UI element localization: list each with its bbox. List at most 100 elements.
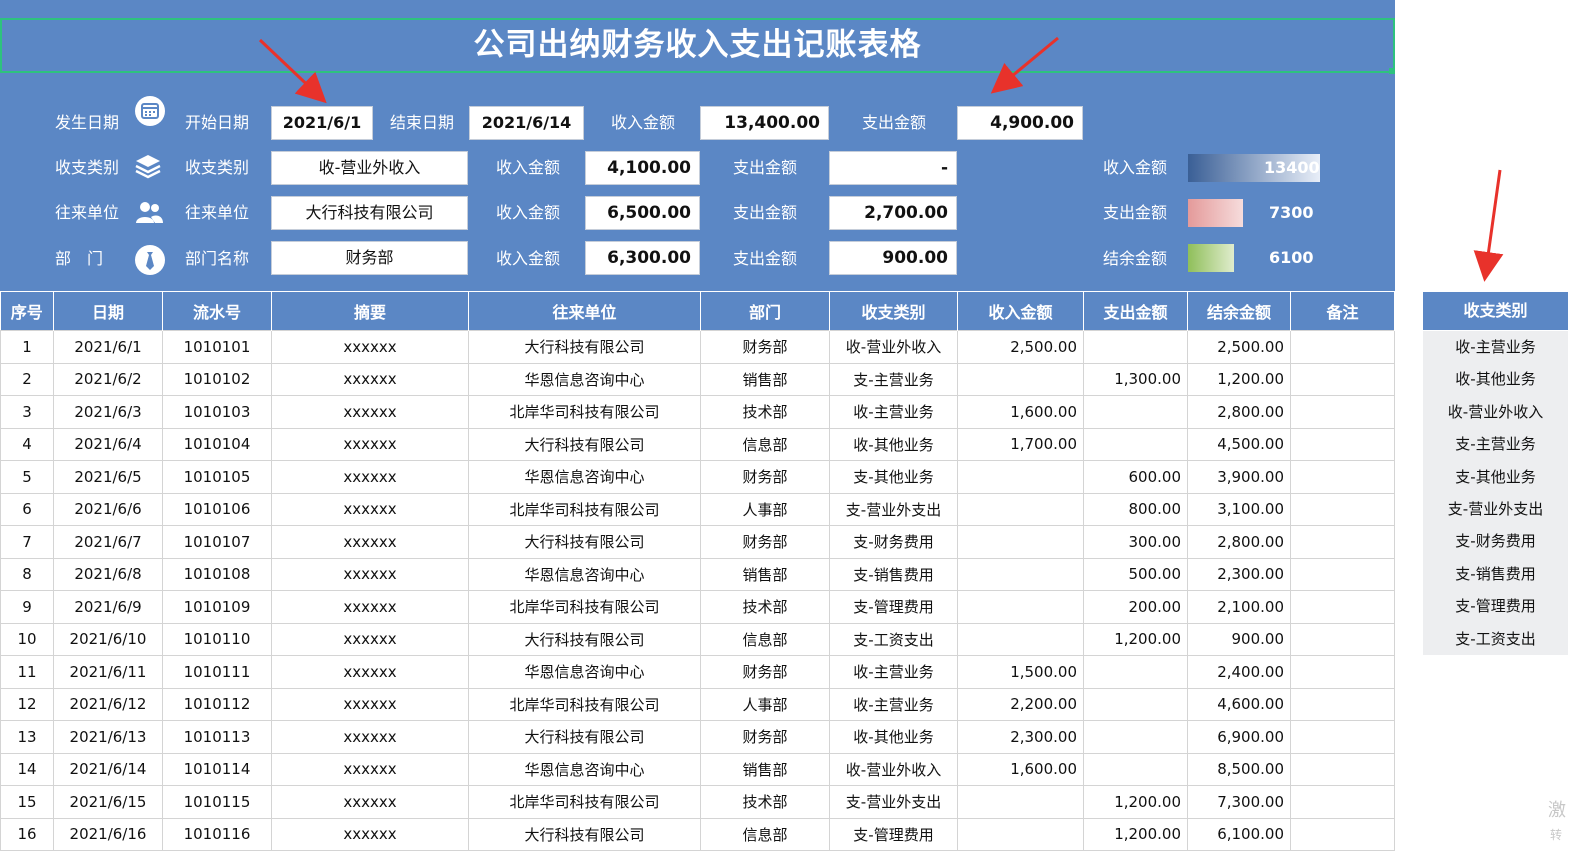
cell-department[interactable]: 信息部 xyxy=(700,622,830,656)
cell-expense[interactable] xyxy=(1083,427,1188,461)
cell-expense[interactable]: 500.00 xyxy=(1083,557,1188,591)
category-list-item[interactable]: 支-财务费用 xyxy=(1423,525,1568,557)
period-income-value[interactable]: 13,400.00 xyxy=(700,106,829,140)
cell-balance[interactable]: 6,100.00 xyxy=(1187,817,1291,851)
cell-serial[interactable]: 1010101 xyxy=(162,330,272,364)
cell-department[interactable]: 信息部 xyxy=(700,817,830,851)
category-list-item[interactable]: 支-管理费用 xyxy=(1423,590,1568,622)
cell-expense[interactable]: 1,200.00 xyxy=(1083,622,1188,656)
cell-date[interactable]: 2021/6/3 xyxy=(53,395,163,429)
cell-balance[interactable]: 2,500.00 xyxy=(1187,330,1291,364)
cell-department[interactable]: 财务部 xyxy=(700,330,830,364)
period-expense-value[interactable]: 4,900.00 xyxy=(957,106,1083,140)
cell-income[interactable] xyxy=(957,590,1084,624)
table-row[interactable]: 1 2021/6/1 1010101 xxxxxx 大行科技有限公司 财务部 收-营业外收入… xyxy=(0,330,1395,364)
category-expense-value[interactable]: - xyxy=(829,151,957,185)
cell-summary[interactable]: xxxxxx xyxy=(271,720,469,754)
cell-date[interactable]: 2021/6/15 xyxy=(53,785,163,819)
cell-department[interactable]: 销售部 xyxy=(700,362,830,396)
cell-partner[interactable]: 大行科技有限公司 xyxy=(468,330,701,364)
cell-serial[interactable]: 1010110 xyxy=(162,622,272,656)
cell-partner[interactable]: 北岸华司科技有限公司 xyxy=(468,395,701,429)
category-select[interactable]: 收-营业外收入 xyxy=(271,151,468,185)
cell-index[interactable]: 10 xyxy=(0,622,54,656)
cell-remark[interactable] xyxy=(1290,460,1395,494)
cell-serial[interactable]: 1010115 xyxy=(162,785,272,819)
cell-balance[interactable]: 8,500.00 xyxy=(1187,752,1291,786)
cell-index[interactable]: 6 xyxy=(0,492,54,526)
cell-category[interactable]: 支-营业外支出 xyxy=(829,785,958,819)
category-list-item[interactable]: 支-主营业务 xyxy=(1423,428,1568,460)
cell-date[interactable]: 2021/6/8 xyxy=(53,557,163,591)
table-row[interactable]: 6 2021/6/6 1010106 xxxxxx 北岸华司科技有限公司 人事部 支-营业外… xyxy=(0,492,1395,526)
cell-index[interactable]: 1 xyxy=(0,330,54,364)
cell-partner[interactable]: 北岸华司科技有限公司 xyxy=(468,590,701,624)
cell-income[interactable]: 1,500.00 xyxy=(957,655,1084,689)
cell-category[interactable]: 支-主营业务 xyxy=(829,362,958,396)
cell-date[interactable]: 2021/6/1 xyxy=(53,330,163,364)
cell-category[interactable]: 支-管理费用 xyxy=(829,817,958,851)
cell-summary[interactable]: xxxxxx xyxy=(271,395,469,429)
col-header-partner[interactable]: 往来单位 xyxy=(468,292,701,331)
cell-expense[interactable] xyxy=(1083,752,1188,786)
cell-index[interactable]: 2 xyxy=(0,362,54,396)
cell-category[interactable]: 收-其他业务 xyxy=(829,720,958,754)
table-row[interactable]: 3 2021/6/3 1010103 xxxxxx 北岸华司科技有限公司 技术部 收-主营业… xyxy=(0,395,1395,429)
cell-category[interactable]: 支-管理费用 xyxy=(829,590,958,624)
cell-index[interactable]: 5 xyxy=(0,460,54,494)
cell-date[interactable]: 2021/6/5 xyxy=(53,460,163,494)
table-row[interactable]: 10 2021/6/10 1010110 xxxxxx 大行科技有限公司 信息部 支-工资支… xyxy=(0,622,1395,656)
table-row[interactable]: 14 2021/6/14 1010114 xxxxxx 华恩信息咨询中心 销售部 收-营业外… xyxy=(0,752,1395,786)
cell-category[interactable]: 支-销售费用 xyxy=(829,557,958,591)
cell-partner[interactable]: 北岸华司科技有限公司 xyxy=(468,492,701,526)
table-row[interactable]: 7 2021/6/7 1010107 xxxxxx 大行科技有限公司 财务部 支-财务费用 3… xyxy=(0,525,1395,559)
cell-summary[interactable]: xxxxxx xyxy=(271,752,469,786)
cell-income[interactable] xyxy=(957,460,1084,494)
cell-category[interactable]: 收-主营业务 xyxy=(829,655,958,689)
cell-department[interactable]: 销售部 xyxy=(700,557,830,591)
partner-expense-value[interactable]: 2,700.00 xyxy=(829,196,957,230)
table-row[interactable]: 8 2021/6/8 1010108 xxxxxx 华恩信息咨询中心 销售部 支-销售费用 5… xyxy=(0,557,1395,591)
cell-balance[interactable]: 4,500.00 xyxy=(1187,427,1291,461)
cell-partner[interactable]: 华恩信息咨询中心 xyxy=(468,362,701,396)
cell-partner[interactable]: 华恩信息咨询中心 xyxy=(468,460,701,494)
cell-date[interactable]: 2021/6/2 xyxy=(53,362,163,396)
cell-summary[interactable]: xxxxxx xyxy=(271,330,469,364)
cell-remark[interactable] xyxy=(1290,817,1395,851)
cell-expense[interactable]: 600.00 xyxy=(1083,460,1188,494)
cell-date[interactable]: 2021/6/4 xyxy=(53,427,163,461)
cell-remark[interactable] xyxy=(1290,720,1395,754)
cell-remark[interactable] xyxy=(1290,427,1395,461)
cell-category[interactable]: 收-主营业务 xyxy=(829,395,958,429)
cell-remark[interactable] xyxy=(1290,557,1395,591)
cell-index[interactable]: 16 xyxy=(0,817,54,851)
cell-remark[interactable] xyxy=(1290,525,1395,559)
cell-remark[interactable] xyxy=(1290,655,1395,689)
cell-department[interactable]: 销售部 xyxy=(700,752,830,786)
table-row[interactable]: 11 2021/6/11 1010111 xxxxxx 华恩信息咨询中心 财务部 收-主营业… xyxy=(0,655,1395,689)
cell-balance[interactable]: 2,100.00 xyxy=(1187,590,1291,624)
cell-income[interactable] xyxy=(957,785,1084,819)
cell-category[interactable]: 收-营业外收入 xyxy=(829,752,958,786)
cell-summary[interactable]: xxxxxx xyxy=(271,492,469,526)
cell-balance[interactable]: 2,800.00 xyxy=(1187,525,1291,559)
cell-department[interactable]: 人事部 xyxy=(700,492,830,526)
cell-income[interactable] xyxy=(957,362,1084,396)
cell-remark[interactable] xyxy=(1290,590,1395,624)
cell-income[interactable] xyxy=(957,525,1084,559)
cell-serial[interactable]: 1010108 xyxy=(162,557,272,591)
cell-summary[interactable]: xxxxxx xyxy=(271,622,469,656)
cell-summary[interactable]: xxxxxx xyxy=(271,460,469,494)
cell-department[interactable]: 信息部 xyxy=(700,427,830,461)
col-header-index[interactable]: 序号 xyxy=(0,292,54,331)
cell-balance[interactable]: 900.00 xyxy=(1187,622,1291,656)
cell-partner[interactable]: 华恩信息咨询中心 xyxy=(468,752,701,786)
department-select[interactable]: 财务部 xyxy=(271,241,468,275)
cell-category[interactable]: 支-财务费用 xyxy=(829,525,958,559)
cell-balance[interactable]: 3,900.00 xyxy=(1187,460,1291,494)
cell-department[interactable]: 技术部 xyxy=(700,785,830,819)
cell-index[interactable]: 11 xyxy=(0,655,54,689)
cell-income[interactable]: 2,300.00 xyxy=(957,720,1084,754)
col-header-serial[interactable]: 流水号 xyxy=(162,292,272,331)
cell-income[interactable]: 1,600.00 xyxy=(957,752,1084,786)
